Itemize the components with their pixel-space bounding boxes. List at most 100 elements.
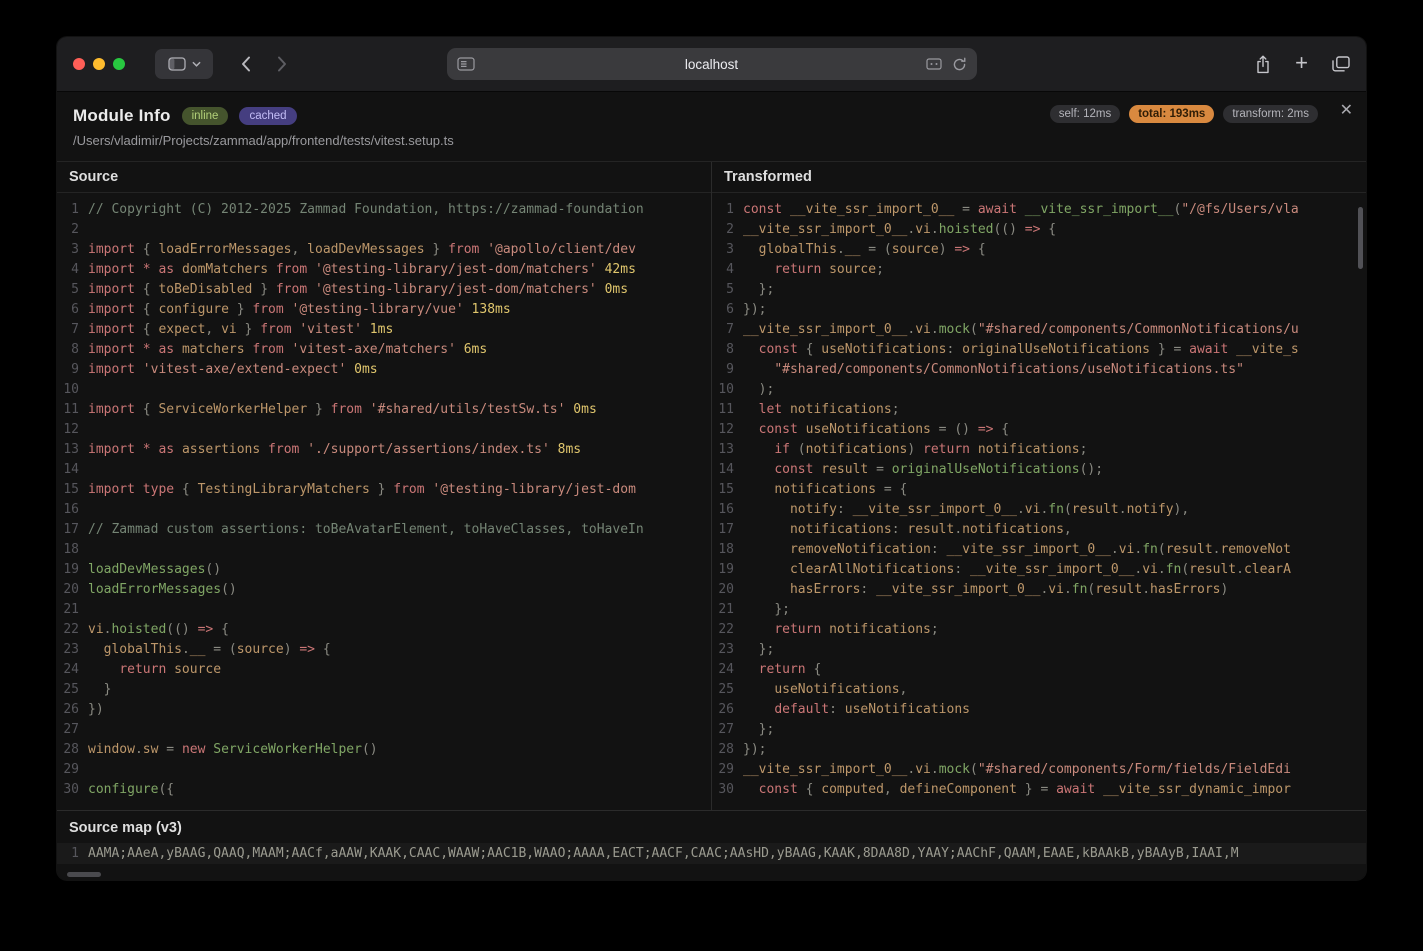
zoom-window-button[interactable] — [113, 58, 125, 70]
code-line: 14 const result = originalUseNotificatio… — [712, 460, 1366, 480]
code-line: 1// Copyright (C) 2012-2025 Zammad Found… — [57, 200, 711, 220]
share-button[interactable] — [1255, 55, 1271, 74]
line-number: 7 — [57, 320, 88, 340]
code-panes: Source 1// Copyright (C) 2012-2025 Zamma… — [57, 162, 1366, 810]
transformed-code[interactable]: 1const __vite_ssr_import_0__ = await __v… — [712, 193, 1366, 810]
code-line: 5import { toBeDisabled } from '@testing-… — [57, 280, 711, 300]
traffic-lights — [73, 58, 125, 70]
code-line: 24 return source — [57, 660, 711, 680]
code-line: 12 — [57, 420, 711, 440]
code-line: 13import * as assertions from './support… — [57, 440, 711, 460]
module-info-header: Module Info inline cached self: 12ms tot… — [57, 91, 1366, 162]
code-line: 4 return source; — [712, 260, 1366, 280]
line-number: 16 — [57, 500, 88, 520]
code-line: 6}); — [712, 300, 1366, 320]
code-line: 19loadDevMessages() — [57, 560, 711, 580]
code-line: 26 default: useNotifications — [712, 700, 1366, 720]
transformed-pane-title: Transformed — [712, 162, 1366, 193]
url-text: localhost — [447, 57, 977, 72]
line-number: 12 — [712, 420, 743, 440]
forward-button[interactable] — [271, 52, 293, 76]
line-number: 26 — [712, 700, 743, 720]
line-number: 13 — [712, 440, 743, 460]
code-line: 9import 'vitest-axe/extend-expect' 0ms — [57, 360, 711, 380]
code-line: 26}) — [57, 700, 711, 720]
line-number: 25 — [712, 680, 743, 700]
code-line: 11import { ServiceWorkerHelper } from '#… — [57, 400, 711, 420]
code-line: 1const __vite_ssr_import_0__ = await __v… — [712, 200, 1366, 220]
code-line: 3import { loadErrorMessages, loadDevMess… — [57, 240, 711, 260]
code-line: 21 — [57, 600, 711, 620]
code-line: 12 const useNotifications = () => { — [712, 420, 1366, 440]
line-number: 20 — [712, 580, 743, 600]
line-number: 30 — [712, 780, 743, 800]
line-number: 3 — [57, 240, 88, 260]
code-line: 17 notifications: result.notifications, — [712, 520, 1366, 540]
line-number: 22 — [57, 620, 88, 640]
new-tab-button[interactable]: + — [1295, 52, 1308, 76]
line-number: 23 — [57, 640, 88, 660]
titlebar-actions: + — [1255, 52, 1350, 76]
line-number: 19 — [712, 560, 743, 580]
module-path: /Users/vladimir/Projects/zammad/app/fron… — [73, 133, 1350, 148]
page-settings-icon[interactable] — [457, 57, 475, 71]
code-line: 22vi.hoisted(() => { — [57, 620, 711, 640]
line-number: 29 — [57, 760, 88, 780]
line-number: 30 — [57, 780, 88, 800]
code-line: 27 — [57, 720, 711, 740]
line-number: 11 — [712, 400, 743, 420]
source-code[interactable]: 1// Copyright (C) 2012-2025 Zammad Found… — [57, 193, 711, 810]
source-pane-title: Source — [57, 162, 711, 193]
code-line: 27 }; — [712, 720, 1366, 740]
code-line: 10 — [57, 380, 711, 400]
tab-overview-button[interactable] — [1332, 56, 1350, 72]
code-line: 29__vite_ssr_import_0__.vi.mock("#shared… — [712, 760, 1366, 780]
line-number: 24 — [712, 660, 743, 680]
timing-badges: self: 12ms total: 193ms transform: 2ms — [1050, 105, 1318, 123]
code-line: 18 removeNotification: __vite_ssr_import… — [712, 540, 1366, 560]
line-number: 5 — [57, 280, 88, 300]
code-line: 29 — [57, 760, 711, 780]
horizontal-scrollbar-thumb[interactable] — [67, 872, 101, 877]
line-number: 18 — [712, 540, 743, 560]
code-line: 9 "#shared/components/CommonNotification… — [712, 360, 1366, 380]
close-window-button[interactable] — [73, 58, 85, 70]
line-number: 8 — [57, 340, 88, 360]
timing-transform: transform: 2ms — [1223, 105, 1318, 123]
code-line: 19 clearAllNotifications: __vite_ssr_imp… — [712, 560, 1366, 580]
vertical-scrollbar-thumb[interactable] — [1358, 207, 1363, 269]
close-button[interactable]: ✕ — [1340, 100, 1353, 120]
code-line: 23 globalThis.__ = (source) => { — [57, 640, 711, 660]
line-number: 16 — [712, 500, 743, 520]
line-number: 1 — [712, 200, 743, 220]
line-number: 26 — [57, 700, 88, 720]
translate-icon[interactable] — [926, 58, 942, 70]
line-number: 9 — [57, 360, 88, 380]
line-number: 27 — [57, 720, 88, 740]
chevron-down-icon — [192, 61, 201, 67]
code-line: 7import { expect, vi } from 'vitest' 1ms — [57, 320, 711, 340]
reload-icon[interactable] — [952, 57, 967, 72]
minimize-window-button[interactable] — [93, 58, 105, 70]
address-bar[interactable]: localhost — [447, 48, 977, 80]
back-button[interactable] — [235, 52, 257, 76]
line-number: 9 — [712, 360, 743, 380]
line-number: 14 — [712, 460, 743, 480]
code-line: 25 useNotifications, — [712, 680, 1366, 700]
code-line: 20loadErrorMessages() — [57, 580, 711, 600]
code-line: 17// Zammad custom assertions: toBeAvata… — [57, 520, 711, 540]
code-line: 30 const { computed, defineComponent } =… — [712, 780, 1366, 800]
line-number: 21 — [57, 600, 88, 620]
forward-icon — [277, 56, 287, 72]
line-number: 2 — [57, 220, 88, 240]
line-number: 5 — [712, 280, 743, 300]
line-number: 21 — [712, 600, 743, 620]
code-line: 13 if (notifications) return notificatio… — [712, 440, 1366, 460]
code-line: 10 ); — [712, 380, 1366, 400]
sidebar-toggle-button[interactable] — [155, 49, 213, 79]
sourcemap-title: Source map (v3) — [57, 811, 1366, 843]
line-number: 28 — [712, 740, 743, 760]
line-number: 17 — [57, 520, 88, 540]
line-number: 29 — [712, 760, 743, 780]
sourcemap-section: Source map (v3) 1 AAMA;AAeA,yBAAG,QAAQ,M… — [57, 810, 1366, 880]
